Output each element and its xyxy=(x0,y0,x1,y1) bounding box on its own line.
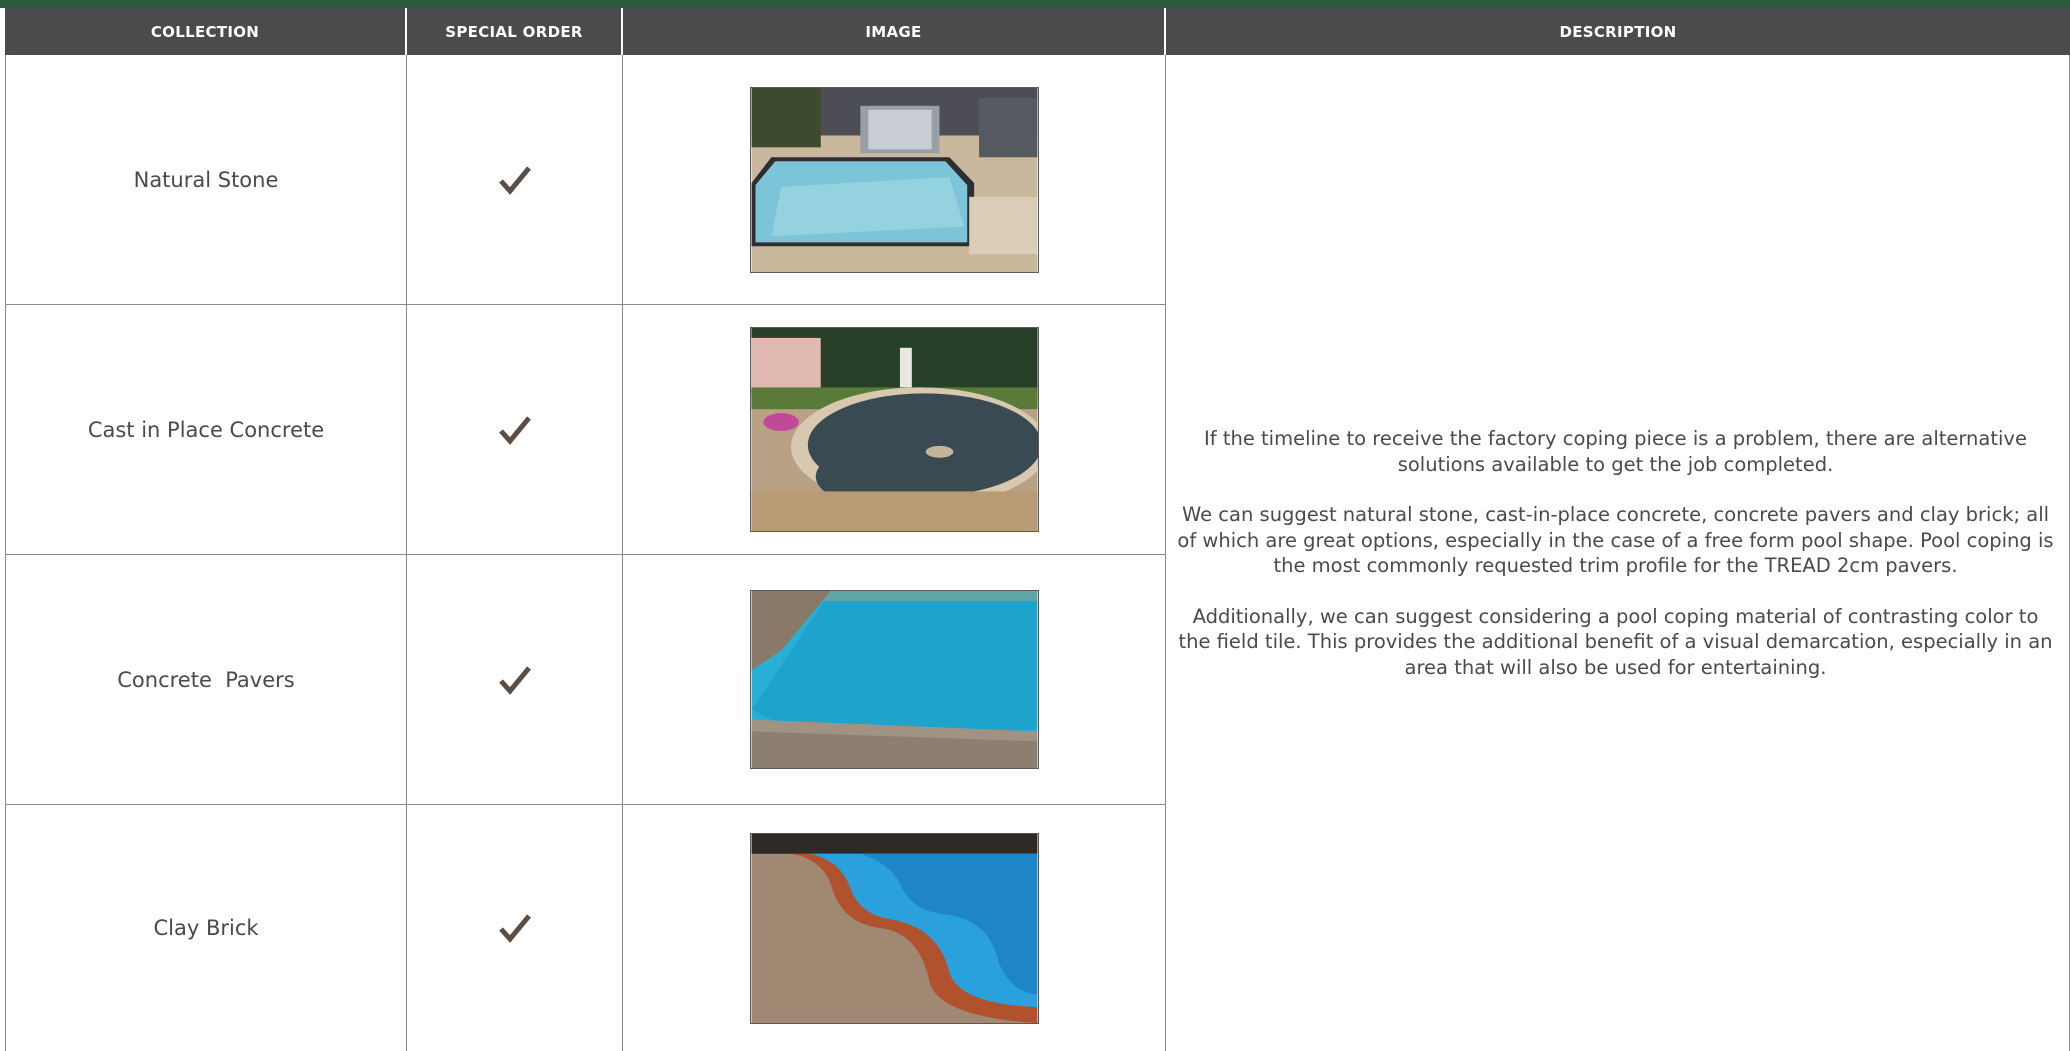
header-description: DESCRIPTION xyxy=(1166,8,2070,55)
description-cell: If the timeline to receive the factory c… xyxy=(1166,55,2070,1051)
header-image: IMAGE xyxy=(623,8,1166,55)
special-order-cell xyxy=(407,555,623,805)
checkmark-icon xyxy=(498,665,531,695)
special-order-cell xyxy=(407,805,623,1051)
image-cell xyxy=(623,55,1166,305)
table-row-collection: Cast in Place Concrete xyxy=(5,305,407,555)
image-cell xyxy=(623,805,1166,1051)
pool-photo-concrete-pavers xyxy=(749,590,1039,769)
header-collection: COLLECTION xyxy=(5,8,407,55)
table-row-collection: Natural Stone xyxy=(5,55,407,305)
collection-name: Cast in Place Concrete xyxy=(87,417,325,442)
checkmark-icon xyxy=(498,165,531,195)
pool-photo-natural-stone xyxy=(749,86,1039,273)
collection-name: Concrete Pavers xyxy=(117,667,295,692)
description-paragraph: We can suggest natural stone, cast-in-pl… xyxy=(1177,503,2054,577)
collection-name: Clay Brick xyxy=(153,916,259,940)
image-cell xyxy=(623,555,1166,805)
checkmark-icon xyxy=(498,415,531,445)
image-cell xyxy=(623,305,1166,555)
table-row-collection: Concrete Pavers xyxy=(5,555,407,805)
special-order-cell xyxy=(407,305,623,555)
special-order-cell xyxy=(407,55,623,305)
collection-table: COLLECTION SPECIAL ORDER IMAGE DESCRIPTI… xyxy=(5,8,2070,1051)
pool-photo-cast-concrete xyxy=(749,327,1039,532)
pool-photo-clay-brick xyxy=(749,832,1039,1024)
top-accent-bar xyxy=(0,0,2070,8)
description-paragraph: If the timeline to receive the factory c… xyxy=(1204,427,2027,476)
description-paragraph: Additionally, we can suggest considering… xyxy=(1178,604,2053,679)
header-special-order: SPECIAL ORDER xyxy=(407,8,623,55)
collection-name: Natural Stone xyxy=(133,167,279,192)
checkmark-icon xyxy=(498,914,531,943)
table-row-collection: Clay Brick xyxy=(5,805,407,1051)
